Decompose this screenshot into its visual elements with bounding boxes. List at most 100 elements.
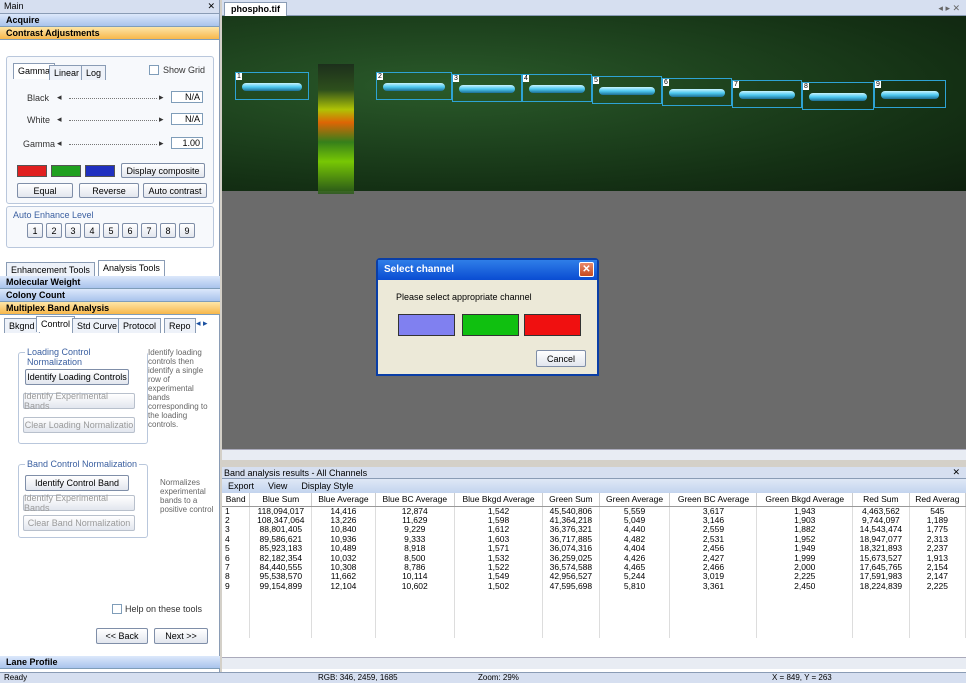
black-right-arrow-icon[interactable]: ▸ xyxy=(159,92,164,103)
column-header[interactable]: Red Sum xyxy=(852,493,910,507)
black-left-arrow-icon[interactable]: ◂ xyxy=(57,92,62,103)
cancel-button[interactable]: Cancel xyxy=(536,350,586,367)
next-button[interactable]: Next >> xyxy=(154,628,208,644)
white-right-arrow-icon[interactable]: ▸ xyxy=(159,114,164,125)
subtab-bkgnd[interactable]: Bkgnd xyxy=(4,318,40,333)
green-channel-swatch[interactable] xyxy=(51,165,81,177)
help-on-tools-checkbox[interactable] xyxy=(112,604,122,614)
band-box[interactable]: 8 xyxy=(802,82,874,110)
column-header[interactable]: Red Averag xyxy=(909,493,966,507)
white-left-arrow-icon[interactable]: ◂ xyxy=(57,114,62,125)
column-header[interactable]: Green Sum xyxy=(542,493,600,507)
close-icon[interactable]: ✕ xyxy=(579,262,594,277)
white-slider[interactable] xyxy=(69,120,157,121)
column-header[interactable]: Green Bkgd Average xyxy=(756,493,854,507)
back-button[interactable]: << Back xyxy=(96,628,148,644)
band-box[interactable]: 5 xyxy=(592,76,662,104)
section-molecular-weight[interactable]: Molecular Weight xyxy=(0,276,220,289)
band-box[interactable]: 2 xyxy=(376,72,452,100)
show-grid-label: Show Grid xyxy=(163,65,206,75)
equal-button[interactable]: Equal xyxy=(17,183,73,198)
results-horizontal-scrollbar[interactable] xyxy=(222,657,966,669)
results-pin-close-icon[interactable]: ✕ xyxy=(952,467,960,478)
section-lane-profile[interactable]: Lane Profile xyxy=(0,656,220,669)
gamma-right-arrow-icon[interactable]: ▸ xyxy=(159,138,164,149)
level-5-button[interactable]: 5 xyxy=(103,223,119,238)
level-4-button[interactable]: 4 xyxy=(84,223,100,238)
column-header[interactable]: Blue Average xyxy=(311,493,376,507)
auto-enhance-group: Auto Enhance Level 1 2 3 4 5 6 7 8 9 xyxy=(6,206,214,248)
tab-log[interactable]: Log xyxy=(81,65,107,80)
gel-image[interactable]: 1 2 3 4 5 6 7 8 9 xyxy=(222,16,966,194)
menu-display-style[interactable]: Display Style xyxy=(301,481,353,491)
section-acquire[interactable]: Acquire xyxy=(0,14,219,27)
reverse-button[interactable]: Reverse xyxy=(79,183,139,198)
section-colony-count[interactable]: Colony Count xyxy=(0,289,220,302)
subtab-std-curve[interactable]: Std Curve xyxy=(72,318,123,333)
level-7-button[interactable]: 7 xyxy=(141,223,157,238)
level-6-button[interactable]: 6 xyxy=(122,223,138,238)
column-header[interactable]: Band xyxy=(222,493,251,507)
show-grid-checkbox[interactable] xyxy=(149,65,159,75)
menu-view[interactable]: View xyxy=(268,481,287,491)
gamma-value[interactable]: 1.00 xyxy=(171,137,203,149)
column-header[interactable]: Green BC Average xyxy=(669,493,758,507)
band-box[interactable]: 7 xyxy=(732,80,802,108)
subtab-scroll-arrows-icon[interactable]: ◂ ▸ xyxy=(196,318,208,329)
clear-band-normalization-button[interactable]: Clear Band Normalization xyxy=(23,515,135,531)
column-header[interactable]: Green Average xyxy=(599,493,671,507)
band-number: 3 xyxy=(453,75,459,82)
level-8-button[interactable]: 8 xyxy=(160,223,176,238)
subtab-report[interactable]: Repo xyxy=(164,318,196,333)
subtab-protocol[interactable]: Protocol xyxy=(118,318,162,333)
document-nav-icons[interactable]: ◂ ▸ ✕ xyxy=(938,3,960,14)
band-box[interactable]: 1 xyxy=(235,72,309,100)
subtab-control[interactable]: Control xyxy=(36,316,76,332)
column-header[interactable]: Blue Sum xyxy=(249,493,313,507)
band-number: 2 xyxy=(377,73,383,80)
gamma-slider[interactable] xyxy=(69,144,157,145)
section-contrast-adjustments[interactable]: Contrast Adjustments xyxy=(0,27,219,40)
level-2-button[interactable]: 2 xyxy=(46,223,62,238)
band-number: 5 xyxy=(593,77,599,84)
main-panel-title: Main ✕ xyxy=(0,0,219,14)
gamma-left-arrow-icon[interactable]: ◂ xyxy=(57,138,62,149)
level-3-button[interactable]: 3 xyxy=(65,223,81,238)
panel-pin-close-icon[interactable]: ✕ xyxy=(204,1,215,12)
tab-enhancement-tools[interactable]: Enhancement Tools xyxy=(6,262,95,277)
band-number: 7 xyxy=(733,81,739,88)
gamma-label: Gamma xyxy=(23,139,56,149)
tab-analysis-tools[interactable]: Analysis Tools xyxy=(98,260,165,276)
band-box[interactable]: 9 xyxy=(874,80,946,108)
image-horizontal-scrollbar[interactable] xyxy=(222,449,966,460)
identify-control-band-button[interactable]: Identify Control Band xyxy=(25,475,129,491)
identify-loading-controls-button[interactable]: Identify Loading Controls xyxy=(25,369,129,385)
auto-contrast-button[interactable]: Auto contrast xyxy=(143,183,207,198)
black-slider[interactable] xyxy=(69,98,157,99)
identify-experimental-bands-button[interactable]: Identify Experimental Bands xyxy=(23,391,135,411)
document-tab[interactable]: phospho.tif xyxy=(224,2,287,16)
band-box[interactable]: 3 xyxy=(452,74,522,102)
black-value[interactable]: N/A xyxy=(171,91,203,103)
clear-loading-normalization-button[interactable]: Clear Loading Normalizatio xyxy=(23,417,135,433)
white-value[interactable]: N/A xyxy=(171,113,203,125)
level-1-button[interactable]: 1 xyxy=(27,223,43,238)
level-9-button[interactable]: 9 xyxy=(179,223,195,238)
column-header[interactable]: Blue Bkgd Average xyxy=(454,493,544,507)
band-box[interactable]: 4 xyxy=(522,74,592,102)
dialog-title-bar: Select channel ✕ xyxy=(378,260,597,280)
display-composite-button[interactable]: Display composite xyxy=(121,163,205,178)
band-group-title: Band Control Normalization xyxy=(25,459,140,469)
table-row[interactable]: 9 99,154,899 12,104 10,602 1,502 47,595,698 5,… xyxy=(222,581,966,592)
green-channel-button[interactable] xyxy=(462,314,519,336)
identify-experimental-bands-button-2[interactable]: Identify Experimental Bands xyxy=(23,493,135,513)
menu-export[interactable]: Export xyxy=(228,481,254,491)
red-channel-button[interactable] xyxy=(524,314,581,336)
band-box[interactable]: 6 xyxy=(662,78,732,106)
tab-linear[interactable]: Linear xyxy=(49,65,85,80)
blue-channel-button[interactable] xyxy=(398,314,455,336)
column-header[interactable]: Blue BC Average xyxy=(375,493,456,507)
blue-channel-swatch[interactable] xyxy=(85,165,115,177)
red-channel-swatch[interactable] xyxy=(17,165,47,177)
section-multiplex-band-analysis[interactable]: Multiplex Band Analysis xyxy=(0,302,220,315)
